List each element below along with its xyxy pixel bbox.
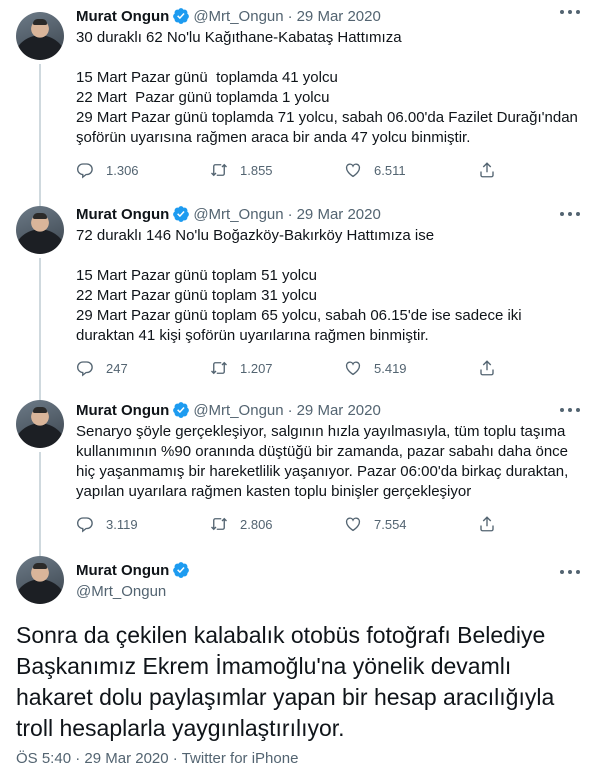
more-icon[interactable] [560, 4, 580, 20]
thread-line [39, 196, 41, 206]
thread-line [39, 64, 41, 196]
like-button[interactable]: 5.419 [344, 359, 478, 377]
tweet-time[interactable]: ÖS 5:40 [16, 750, 71, 767]
avatar[interactable] [16, 556, 64, 604]
share-icon [480, 516, 494, 532]
thread-line [39, 258, 41, 392]
tweet-actions: 3.119 2.806 7.554 [76, 514, 508, 534]
retweet-count: 1.855 [240, 162, 273, 178]
author-handle[interactable]: @Mrt_Ongun [193, 8, 283, 25]
more-icon[interactable] [560, 206, 580, 222]
thread-tweet-2[interactable]: Murat Ongun @Mrt_Ongun · 29 Mar 2020 72 … [0, 196, 600, 392]
author-name[interactable]: Murat Ongun [76, 402, 169, 419]
separator: · [287, 205, 293, 223]
more-icon[interactable] [560, 564, 580, 580]
avatar[interactable] [16, 206, 64, 254]
retweet-icon [211, 517, 227, 531]
like-icon [345, 361, 361, 376]
tweet-text-body: 72 duraklı 146 No'lu Boğazköy-Bakırköy H… [76, 227, 522, 344]
author-handle[interactable]: @Mrt_Ongun [193, 206, 283, 223]
retweet-count: 1.207 [240, 360, 273, 376]
retweet-icon [211, 361, 227, 375]
verified-badge-icon [173, 206, 190, 222]
tweet-header: Murat Ongun @Mrt_Ongun · 29 Mar 2020 [76, 6, 381, 26]
thread-line [39, 392, 41, 400]
verified-badge-icon [173, 402, 190, 418]
reply-count: 3.119 [106, 516, 138, 532]
reply-button[interactable]: 1.306 [76, 161, 210, 179]
tweet-date[interactable]: 29 Mar 2020 [297, 206, 381, 223]
retweet-icon [211, 163, 227, 177]
author-name[interactable]: Murat Ongun [76, 562, 169, 579]
main-tweet-text: Sonra da çekilen kalabalık otobüs fotoğr… [16, 622, 555, 741]
tweet-date[interactable]: 29 Mar 2020 [84, 750, 168, 767]
separator: · [172, 750, 178, 767]
like-button[interactable]: 7.554 [344, 515, 478, 533]
share-button[interactable] [478, 515, 508, 533]
verified-badge-icon [173, 8, 190, 24]
separator: · [287, 401, 293, 419]
more-icon[interactable] [560, 402, 580, 418]
verified-badge-icon [173, 562, 190, 578]
thread-tweet-3[interactable]: Murat Ongun @Mrt_Ongun · 29 Mar 2020 Sen… [0, 392, 600, 548]
tweet-meta: ÖS 5:40 · 29 Mar 2020 · Twitter for iPho… [16, 750, 298, 767]
retweet-button[interactable]: 1.207 [210, 359, 344, 377]
tweet-text: 30 duraklı 62 No'lu Kağıthane-Kabataş Ha… [76, 28, 586, 148]
thread-line [39, 548, 41, 556]
like-count: 7.554 [374, 516, 407, 532]
thread-tweet-1[interactable]: Murat Ongun @Mrt_Ongun · 29 Mar 2020 30 … [0, 0, 600, 196]
retweet-count: 2.806 [240, 516, 273, 532]
like-icon [345, 163, 361, 178]
reply-count: 247 [106, 360, 128, 376]
tweet-header: Murat Ongun @Mrt_Ongun · 29 Mar 2020 [76, 400, 381, 420]
author-handle[interactable]: @Mrt_Ongun [193, 402, 283, 419]
like-icon [345, 517, 361, 532]
like-count: 6.511 [374, 162, 406, 178]
tweet-text-body: Senaryo şöyle gerçekleşiyor, salgının hı… [76, 423, 569, 500]
share-button[interactable] [478, 359, 508, 377]
reply-count: 1.306 [106, 162, 139, 178]
author-name[interactable]: Murat Ongun [76, 206, 169, 223]
reply-button[interactable]: 3.119 [76, 515, 210, 533]
separator: · [75, 750, 81, 767]
avatar[interactable] [16, 400, 64, 448]
main-tweet: Murat Ongun @Mrt_Ongun Sonra da çekilen … [0, 548, 600, 782]
tweet-date[interactable]: 29 Mar 2020 [297, 402, 381, 419]
reply-icon [77, 361, 93, 377]
like-count: 5.419 [374, 360, 407, 376]
tweet-text: Senaryo şöyle gerçekleşiyor, salgının hı… [76, 422, 586, 502]
avatar[interactable] [16, 12, 64, 60]
author-handle[interactable]: @Mrt_Ongun [76, 582, 193, 602]
tweet-actions: 1.306 1.855 6.511 [76, 160, 508, 180]
like-button[interactable]: 6.511 [344, 161, 478, 179]
tweet-actions: 247 1.207 5.419 [76, 358, 508, 378]
share-icon [480, 360, 494, 376]
tweet-header: Murat Ongun @Mrt_Ongun · 29 Mar 2020 [76, 204, 381, 224]
thread-line [39, 452, 41, 548]
reply-icon [77, 163, 93, 179]
tweet-text: 72 duraklı 146 No'lu Boğazköy-Bakırköy H… [76, 226, 586, 346]
retweet-button[interactable]: 2.806 [210, 515, 344, 533]
share-icon [480, 162, 494, 178]
tweet-header: Murat Ongun @Mrt_Ongun [76, 560, 193, 602]
reply-button[interactable]: 247 [76, 359, 210, 377]
tweet-source[interactable]: Twitter for iPhone [182, 750, 299, 767]
separator: · [287, 7, 293, 25]
tweet-date[interactable]: 29 Mar 2020 [297, 8, 381, 25]
tweet-text-body: 30 duraklı 62 No'lu Kağıthane-Kabataş Ha… [76, 29, 578, 146]
author-name[interactable]: Murat Ongun [76, 8, 169, 25]
share-button[interactable] [478, 161, 508, 179]
reply-icon [77, 517, 93, 533]
retweet-button[interactable]: 1.855 [210, 161, 344, 179]
